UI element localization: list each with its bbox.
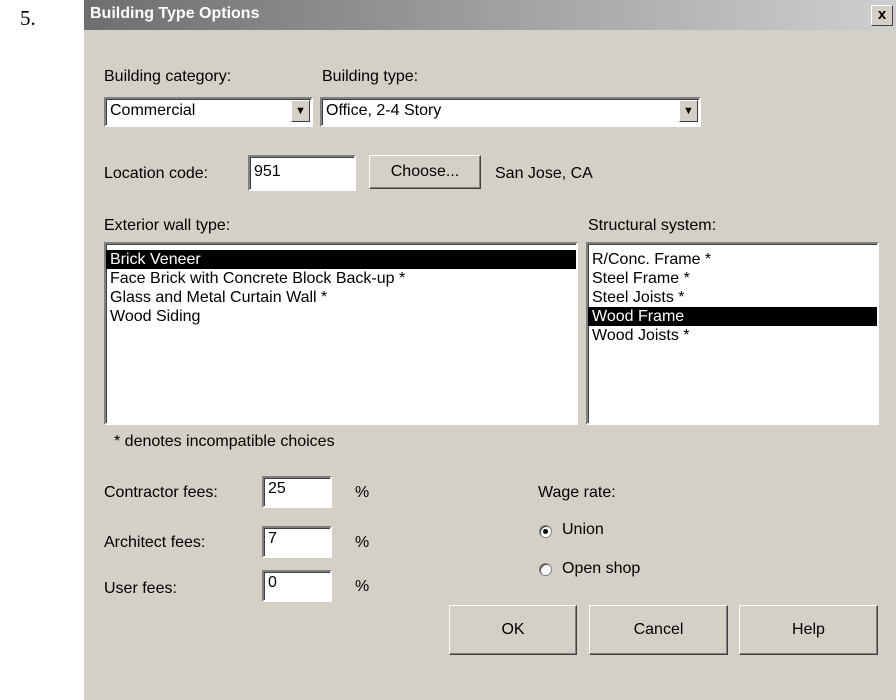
ok-button[interactable]: OK: [449, 605, 577, 655]
wall-list-item[interactable]: Glass and Metal Curtain Wall *: [106, 288, 576, 307]
contractor-fees-label: Contractor fees:: [104, 484, 218, 501]
title-bar[interactable]: Building Type Options x: [84, 0, 896, 30]
wall-list-item[interactable]: Wood Siding: [106, 307, 576, 326]
user-fees-field[interactable]: 0: [262, 570, 332, 602]
building-category-value: Commercial: [110, 102, 196, 119]
user-fees-value: 0: [268, 574, 277, 591]
user-fees-label: User fees:: [104, 580, 177, 597]
location-city: San Jose, CA: [495, 165, 593, 182]
location-code-field[interactable]: 951: [248, 155, 356, 191]
close-icon[interactable]: x: [871, 5, 893, 26]
building-type-options-dialog: Building Type Options x Building categor…: [84, 0, 896, 700]
contractor-fees-field[interactable]: 25: [262, 476, 332, 508]
wall-list-item[interactable]: Brick Veneer: [106, 250, 576, 269]
structural-list-item[interactable]: R/Conc. Frame *: [588, 250, 877, 269]
union-label[interactable]: Union: [562, 521, 604, 539]
architect-fees-value: 7: [268, 530, 277, 547]
building-category-select[interactable]: Commercial ▼: [104, 97, 313, 127]
architect-fees-unit: %: [355, 534, 370, 551]
help-button-label: Help: [792, 621, 825, 638]
incompatible-note: * denotes incompatible choices: [114, 433, 335, 450]
structural-list-item[interactable]: Steel Joists *: [588, 288, 877, 307]
wage-rate-label: Wage rate:: [538, 484, 616, 501]
wall-list-item[interactable]: Face Brick with Concrete Block Back-up *: [106, 269, 576, 288]
architect-fees-label: Architect fees:: [104, 534, 206, 551]
cancel-button-label: Cancel: [633, 621, 684, 638]
ok-button-label: OK: [501, 621, 525, 638]
user-fees-unit: %: [355, 578, 370, 595]
open-shop-radio[interactable]: [539, 563, 552, 576]
location-code-value: 951: [254, 163, 281, 180]
exterior-wall-list[interactable]: Brick Veneer Face Brick with Concrete Blo…: [104, 242, 578, 425]
window-title: Building Type Options: [90, 5, 260, 22]
structural-list-item[interactable]: Wood Frame: [588, 307, 877, 326]
building-type-label: Building type:: [322, 68, 419, 85]
architect-fees-field[interactable]: 7: [262, 526, 332, 558]
union-radio[interactable]: [539, 525, 552, 538]
chevron-down-icon[interactable]: ▼: [291, 100, 310, 122]
structural-system-label: Structural system:: [588, 217, 717, 234]
radio-selected-dot: [543, 529, 548, 534]
structural-list-item[interactable]: Wood Joists *: [588, 326, 877, 345]
contractor-fees-unit: %: [355, 484, 370, 501]
choose-button[interactable]: Choose...: [369, 155, 481, 189]
building-type-value: Office, 2-4 Story: [326, 102, 442, 119]
exterior-wall-label: Exterior wall type:: [104, 217, 231, 234]
building-category-label: Building category:: [104, 68, 232, 85]
choose-button-label: Choose...: [390, 163, 460, 180]
building-type-select[interactable]: Office, 2-4 Story ▼: [320, 97, 701, 127]
open-shop-label[interactable]: Open shop: [562, 560, 640, 578]
step-number: 5.: [20, 6, 36, 30]
structural-system-list[interactable]: R/Conc. Frame * Steel Frame * Steel Joists…: [586, 242, 879, 425]
help-button[interactable]: Help: [739, 605, 878, 655]
chevron-down-icon[interactable]: ▼: [679, 100, 698, 122]
structural-list-item[interactable]: Steel Frame *: [588, 269, 877, 288]
contractor-fees-value: 25: [268, 480, 286, 497]
location-code-label: Location code:: [104, 165, 209, 182]
cancel-button[interactable]: Cancel: [589, 605, 728, 655]
